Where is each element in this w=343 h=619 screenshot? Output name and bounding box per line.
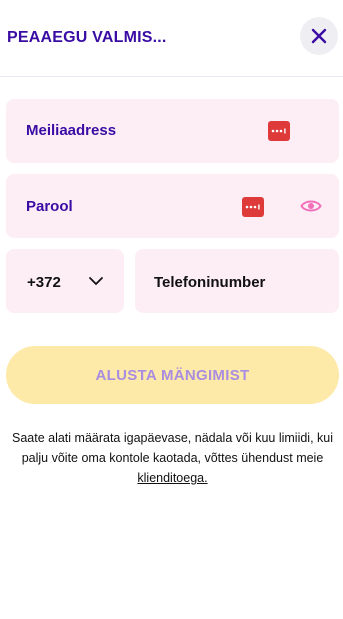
password-label: Parool	[26, 198, 73, 215]
chevron-down-icon	[89, 277, 103, 285]
password-field[interactable]: Parool	[6, 174, 339, 238]
limits-info: Saate alati määrata igapäevase, nädala v…	[6, 428, 339, 488]
start-playing-button[interactable]: ALUSTA MÄNGIMIST	[6, 346, 339, 404]
customer-support-link[interactable]: klienditoega.	[137, 471, 207, 485]
limits-info-text: Saate alati määrata igapäevase, nädala v…	[11, 431, 334, 465]
header: PEAAEGU VALMIS...	[0, 0, 343, 77]
email-field[interactable]: Meiliaadress	[6, 99, 339, 163]
phone-field[interactable]	[135, 249, 339, 313]
password-manager-icon[interactable]	[268, 121, 290, 141]
page-title: PEAAEGU VALMIS...	[7, 29, 167, 46]
email-label: Meiliaadress	[26, 122, 117, 139]
country-code-select[interactable]: +372	[6, 249, 124, 313]
close-icon	[311, 28, 327, 44]
country-code-value: +372	[27, 274, 61, 291]
eye-icon[interactable]	[300, 198, 322, 214]
phone-input[interactable]	[154, 272, 324, 292]
password-manager-icon[interactable]	[242, 197, 264, 217]
close-button[interactable]	[300, 17, 338, 55]
